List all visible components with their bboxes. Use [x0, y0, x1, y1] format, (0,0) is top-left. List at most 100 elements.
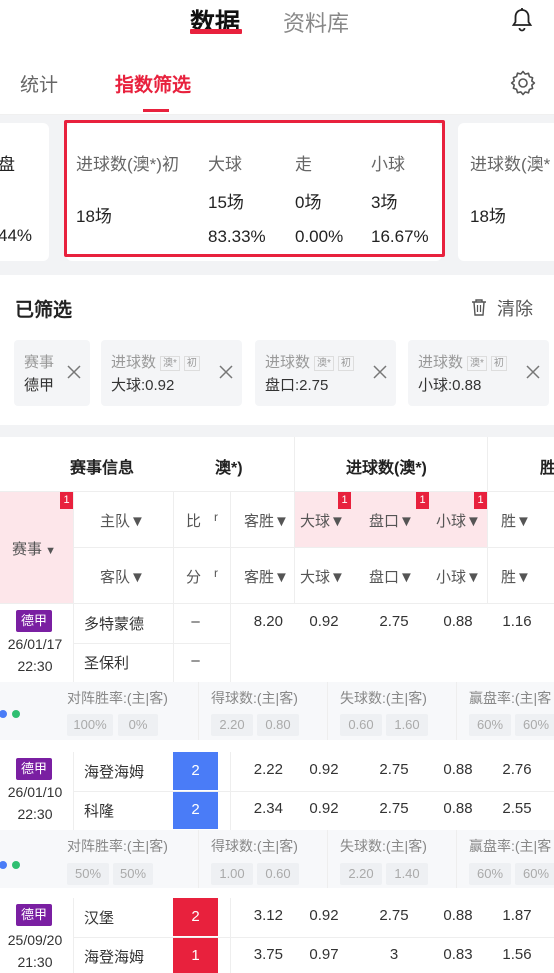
match-time: 21:30	[17, 954, 53, 970]
away-line: 3	[389, 946, 399, 963]
highlight-box	[64, 120, 445, 257]
home-score: 2	[173, 752, 218, 790]
table-row-match-3[interactable]: 德甲 25/09/20 21:30 汉堡 海登海姆 2 1 3.12 0.92 …	[0, 898, 554, 973]
filter-chip-big[interactable]: 进球数 澳* 初 大球:0.92	[101, 340, 242, 406]
away-team[interactable]: 圣保利	[84, 652, 129, 673]
stat-pill: 50%	[67, 863, 109, 885]
filter-section: 已筛选 清除 赛事 德甲 进球数 澳* 初 大球:0.92 进球数 澳* 初 盘口:2.…	[0, 275, 554, 425]
match-date: 26/01/10	[7, 784, 63, 800]
home-line: 2.75	[379, 907, 409, 924]
chip-title-row: 进球数 澳* 初	[418, 351, 507, 372]
chip-title: 进球数	[265, 354, 311, 371]
sub-tabs: 统计 指数筛选	[0, 55, 554, 115]
header-away-win[interactable]: 客胜▼	[244, 510, 289, 531]
stat-label-gf: 得球数:(主|客)	[211, 690, 298, 706]
home-small: 0.88	[443, 613, 473, 630]
tab-stats[interactable]: 统计	[20, 70, 58, 97]
filter-title: 已筛选	[15, 300, 73, 321]
chip-value: 小球:0.88	[418, 377, 482, 394]
stat-pill: 1.60	[386, 714, 428, 736]
filter-chip-league[interactable]: 赛事 德甲	[14, 340, 90, 406]
section-gap	[0, 425, 554, 437]
header-league-label: 赛事	[12, 541, 43, 558]
stat-label-h2h: 对阵胜率:(主|客)	[67, 838, 168, 854]
chip-title-row: 进球数 澳* 初	[111, 351, 200, 372]
tab-data-underline	[190, 29, 242, 34]
chip-tag: 初	[183, 355, 200, 371]
stat-pill: 2.20	[211, 714, 253, 736]
away-odds: 3.75	[253, 946, 283, 963]
bell-icon[interactable]	[510, 7, 534, 33]
stat-label-cover: 赢盘率:(主|客	[469, 838, 552, 854]
away-small: 0.88	[443, 800, 473, 817]
match-time: 22:30	[17, 658, 53, 674]
away-win: 1.56	[502, 946, 532, 963]
home-odds: 2.22	[253, 761, 283, 778]
home-small: 0.88	[443, 907, 473, 924]
header-line-2[interactable]: 盘口▼	[369, 566, 414, 587]
stat-pill: 0.80	[257, 714, 299, 736]
home-big: 0.92	[309, 907, 339, 924]
filter-chip-line[interactable]: 进球数 澳* 初 盘口:2.75	[255, 340, 396, 406]
stat-label-cover: 赢盘率:(主|客	[469, 690, 552, 706]
away-small: 0.83	[443, 946, 473, 963]
close-icon[interactable]	[525, 364, 541, 380]
close-icon[interactable]	[66, 364, 82, 380]
stats-row-1: 对阵胜率:(主|客) 100% 0% 得球数:(主|客) 2.20 0.80 失…	[0, 682, 554, 740]
header-home[interactable]: 主队▼	[100, 510, 145, 531]
close-icon[interactable]	[218, 364, 234, 380]
stat-pill: 2.20	[340, 863, 382, 885]
away-line: 2.75	[379, 800, 409, 817]
home-team[interactable]: 多特蒙德	[84, 613, 144, 634]
home-big: 0.92	[309, 613, 339, 630]
header-small-2[interactable]: 小球▼	[436, 566, 481, 587]
dots-icon	[0, 709, 24, 719]
away-big: 0.97	[309, 946, 339, 963]
away-score: –	[191, 652, 200, 669]
home-win: 1.16	[502, 613, 532, 630]
stat-pill: 0.60	[257, 863, 299, 885]
home-team[interactable]: 海登海姆	[84, 761, 144, 782]
chip-title-row: 进球数 澳* 初	[265, 351, 354, 372]
header-big-2[interactable]: 大球▼	[300, 566, 345, 587]
clear-label: 清除	[497, 299, 533, 319]
away-team[interactable]: 科隆	[84, 800, 114, 821]
header-score-bot-partial: r	[214, 566, 218, 580]
header-away[interactable]: 客队▼	[100, 566, 145, 587]
stat-card-left-partial[interactable]: 盘 44%	[0, 123, 49, 261]
filter-chip-small[interactable]: 进球数 澳* 初 小球:0.88	[408, 340, 549, 406]
tab-library[interactable]: 资料库	[283, 6, 349, 38]
home-line: 2.75	[379, 761, 409, 778]
chip-title: 进球数	[418, 354, 464, 371]
header-line[interactable]: 盘口▼	[369, 510, 414, 531]
header-big[interactable]: 大球▼	[300, 510, 345, 531]
match-time: 22:30	[17, 806, 53, 822]
league-badge: 德甲	[16, 758, 52, 780]
stat-label-ga: 失球数:(主|客)	[340, 838, 427, 854]
chip-tag: 初	[490, 355, 507, 371]
header-away-win-2[interactable]: 客胜▼	[244, 566, 289, 587]
header-win-2[interactable]: 胜▼	[501, 566, 531, 587]
stat-card-right-partial[interactable]: 进球数(澳* 18场	[458, 123, 554, 261]
stat-pill: 1.00	[211, 863, 253, 885]
gear-icon[interactable]	[509, 69, 537, 97]
stat-pill: 100%	[67, 714, 113, 736]
chip-tag: 澳*	[314, 355, 334, 371]
league-badge: 德甲	[16, 610, 52, 632]
header-win[interactable]: 胜▼	[501, 510, 531, 531]
header-league[interactable]: 赛事 ▼	[12, 538, 56, 559]
trash-icon	[470, 297, 488, 317]
home-line: 2.75	[379, 613, 409, 630]
home-team[interactable]: 汉堡	[84, 907, 114, 928]
home-big: 0.92	[309, 761, 339, 778]
tab-index-filter[interactable]: 指数筛选	[115, 70, 191, 97]
header-small[interactable]: 小球▼	[436, 510, 481, 531]
clear-button[interactable]: 清除	[470, 295, 540, 319]
chip-value: 德甲	[24, 377, 55, 394]
away-team[interactable]: 海登海姆	[84, 946, 144, 967]
stat-label-gf: 得球数:(主|客)	[211, 838, 298, 854]
home-score: –	[191, 613, 200, 630]
match-date: 25/09/20	[7, 932, 63, 948]
close-icon[interactable]	[372, 364, 388, 380]
home-odds: 8.20	[253, 613, 283, 630]
